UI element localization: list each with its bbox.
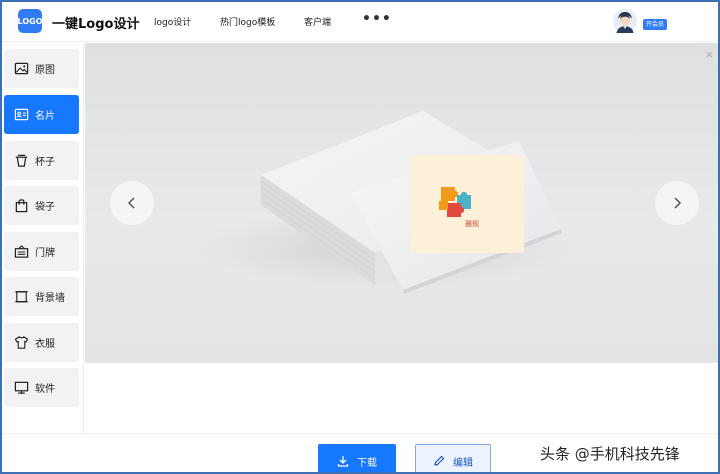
image-icon [13,61,29,77]
business-card-mockup-image [195,111,575,294]
sidebar-item-bag[interactable]: 袋子 [4,186,79,225]
close-icon[interactable]: × [705,48,714,61]
nav-client[interactable]: 客户端 [304,15,331,28]
sidebar-item-label: 名片 [35,111,55,122]
download-button[interactable]: 下载 [318,444,396,472]
business-card-icon [13,107,29,123]
chevron-right-icon [674,197,682,209]
sidebar-item-label: 衣服 [35,339,55,350]
door-sign-icon [13,244,29,260]
sidebar-item-label: 杯子 [35,157,55,168]
backdrop-icon [13,289,29,305]
sidebar-item-label: 袋子 [35,202,55,213]
sidebar-item-clothes[interactable]: 衣服 [4,323,79,362]
brand-title[interactable]: 一键Logo设计 [52,13,139,32]
user-avatar-icon[interactable] [613,9,637,33]
pencil-icon [434,455,445,466]
tshirt-icon [13,335,29,351]
prev-arrow-button[interactable] [110,181,154,225]
edit-button[interactable]: 编辑 [415,444,491,472]
sidebar-item-door-sign[interactable]: 门牌 [4,232,79,271]
card-logo-text: 雅规 [465,220,479,228]
sidebar-item-backdrop[interactable]: 背景墙 [4,277,79,316]
sidebar-item-label: 原图 [35,65,55,76]
bag-icon [13,198,29,214]
mockup-preview-stage: 雅规 × [85,43,718,363]
sidebar-item-label: 门牌 [35,248,55,259]
nav-hot-templates[interactable]: 热门logo模板 [220,15,275,28]
edit-label: 编辑 [453,457,473,469]
chevron-left-icon [127,197,135,209]
app-window: LOGO 一键Logo设计 logo设计 热门logo模板 客户端 ••• 开会… [0,0,720,474]
sidebar-item-original[interactable]: 原图 [4,49,79,88]
sidebar-item-label: 背景墙 [35,293,65,304]
app-logo-icon[interactable]: LOGO [18,9,43,33]
more-menu-icon[interactable]: ••• [362,11,392,27]
top-header: LOGO 一键Logo设计 logo设计 热门logo模板 客户端 ••• 开会… [2,2,718,42]
nav-logo-design[interactable]: logo设计 [154,15,191,28]
mockup-sidebar: 原图 名片 杯子 袋子 门牌 背景墙 衣服 软件 [2,43,84,433]
cup-icon [13,153,29,169]
next-arrow-button[interactable] [655,181,699,225]
preview-footer-space [85,363,718,433]
sidebar-item-software[interactable]: 软件 [4,368,79,407]
sidebar-item-cup[interactable]: 杯子 [4,141,79,180]
download-icon [337,456,349,467]
sidebar-item-business-card[interactable]: 名片 [4,95,79,134]
sidebar-item-label: 软件 [35,384,55,395]
download-label: 下载 [357,457,377,469]
member-badge[interactable]: 开会员 [643,19,668,30]
monitor-icon [13,380,29,396]
watermark-text: 头条 @手机科技先锋 [540,445,680,463]
